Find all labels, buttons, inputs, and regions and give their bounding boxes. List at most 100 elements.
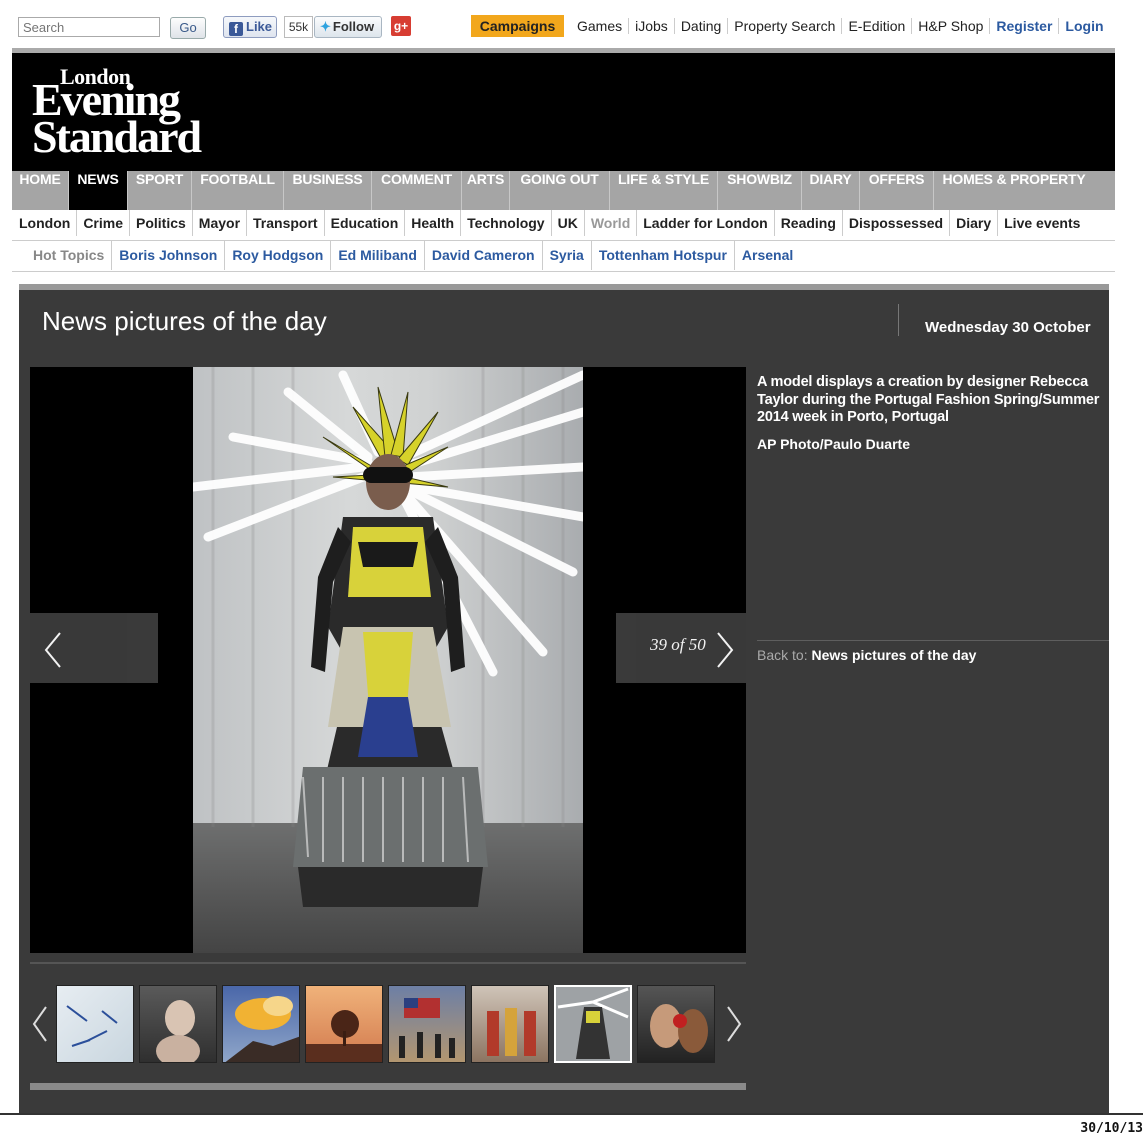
photo-illustration xyxy=(193,367,583,907)
nav-sport[interactable]: SPORT xyxy=(128,171,192,210)
gallery-panel: News pictures of the day Wednesday 30 Oc… xyxy=(19,284,1109,1114)
subnav-dispossessed[interactable]: Dispossessed xyxy=(841,210,949,236)
like-count: 55k xyxy=(284,16,313,38)
thumbnail-dancers-image xyxy=(487,1008,536,1056)
thumbnail-mask[interactable] xyxy=(139,985,217,1063)
main-nav: HOME NEWS SPORT FOOTBALL BUSINESS COMMEN… xyxy=(12,171,1115,210)
gallery-title: News pictures of the day xyxy=(42,306,327,336)
sub-nav: London Crime Politics Mayor Transport Educati… xyxy=(12,210,1115,241)
masthead: London Evening Standard xyxy=(12,53,1115,171)
caption-divider xyxy=(757,640,1109,641)
subnav-health[interactable]: Health xyxy=(404,210,460,236)
thumbnail-divider xyxy=(30,962,746,964)
top-link-e-edition[interactable]: E-Edition xyxy=(841,18,912,34)
photo-counter: 39 of 50 xyxy=(650,635,706,654)
follow-label: Follow xyxy=(332,19,375,34)
nav-news[interactable]: NEWS xyxy=(69,171,128,210)
subnav-live-events[interactable]: Live events xyxy=(997,210,1086,236)
thumbnail-sunset-tree[interactable] xyxy=(305,985,383,1063)
hot-topic-link[interactable]: Syria xyxy=(541,240,591,270)
thumbnail-flag-image xyxy=(399,998,455,1058)
chevron-left-icon xyxy=(44,632,61,668)
thumbs-next-icon[interactable] xyxy=(722,1004,746,1044)
hot-topic-link[interactable]: Tottenham Hotspur xyxy=(590,240,734,270)
nav-life-style[interactable]: LIFE & STYLE xyxy=(610,171,718,210)
thumbnail-skiers[interactable] xyxy=(56,985,134,1063)
photo-credit: AP Photo/Paulo Duarte xyxy=(757,436,910,452)
hot-topics-bar: Hot Topics Boris Johnson Roy Hodgson Ed Mil… xyxy=(12,240,1115,272)
hot-topics-label: Hot Topics xyxy=(33,247,105,263)
thumbnail-scrollbar[interactable] xyxy=(30,1083,746,1090)
previous-photo-button[interactable] xyxy=(30,613,158,683)
thumbnail-mask-image xyxy=(156,1000,200,1062)
hot-topic-link[interactable]: Ed Miliband xyxy=(330,240,424,270)
hot-topic-link[interactable]: Boris Johnson xyxy=(111,240,224,270)
gallery-photo[interactable] xyxy=(193,367,583,953)
utility-bar: Go fLike 55k ✦Follow g+ Campaigns Gamesi… xyxy=(0,0,1143,50)
subnav-politics[interactable]: Politics xyxy=(129,210,192,236)
hot-topic-link[interactable]: Roy Hodgson xyxy=(224,240,330,270)
top-links: Games iJobs Dating Property Search E-Edition… xyxy=(571,18,1110,34)
bottom-edge xyxy=(0,1113,1143,1115)
photo-stage: 39 of 50 xyxy=(30,367,746,953)
thumbnail-sunset-tree-image xyxy=(306,1010,382,1062)
nav-offers[interactable]: OFFERS xyxy=(860,171,934,210)
date-divider xyxy=(898,304,899,336)
subnav-crime[interactable]: Crime xyxy=(76,210,129,236)
facebook-icon: f xyxy=(229,22,243,36)
hot-topic-link[interactable]: Arsenal xyxy=(733,240,800,270)
nav-going-out[interactable]: GOING OUT xyxy=(510,171,610,210)
nav-homes-property[interactable]: HOMES & PROPERTY xyxy=(934,171,1094,210)
thumbnail-volcano[interactable] xyxy=(222,985,300,1063)
nav-comment[interactable]: COMMENT xyxy=(372,171,462,210)
thumbnail-current-fashion-image xyxy=(557,987,629,1059)
thumbnail-dancers[interactable] xyxy=(471,985,549,1063)
nav-home[interactable]: HOME xyxy=(12,171,69,210)
subnav-ladder-for-london[interactable]: Ladder for London xyxy=(636,210,773,236)
subnav-education[interactable]: Education xyxy=(323,210,405,236)
facebook-like-button[interactable]: f Like xyxy=(223,16,277,38)
back-to-gallery: Back to: News pictures of the day xyxy=(757,647,976,663)
register-link[interactable]: Register xyxy=(989,18,1059,34)
like-label: Like xyxy=(246,19,273,34)
subnav-world[interactable]: World xyxy=(583,210,636,236)
thumbnail-skiers-image xyxy=(66,1005,118,1047)
top-link-property-search[interactable]: Property Search xyxy=(727,18,842,34)
thumbnail-boxing-image xyxy=(650,1004,708,1053)
search-input[interactable] xyxy=(18,17,160,37)
subnav-mayor[interactable]: Mayor xyxy=(191,210,246,236)
twitter-bird-icon: ✦ xyxy=(320,19,331,34)
google-plus-button[interactable]: g+ xyxy=(391,16,411,36)
chevron-right-icon xyxy=(717,632,734,668)
thumbnail-current-fashion[interactable] xyxy=(554,985,632,1063)
twitter-follow-button[interactable]: ✦ Follow xyxy=(314,16,382,38)
thumbnail-flag[interactable] xyxy=(388,985,466,1063)
nav-business[interactable]: BUSINESS xyxy=(284,171,372,210)
nav-football[interactable]: FOOTBALL xyxy=(192,171,284,210)
top-link-dating[interactable]: Dating xyxy=(673,18,728,34)
nav-diary[interactable]: DIARY xyxy=(802,171,860,210)
subnav-technology[interactable]: Technology xyxy=(460,210,551,236)
campaigns-button[interactable]: Campaigns xyxy=(471,15,564,37)
back-to-gallery-link[interactable]: News pictures of the day xyxy=(811,647,976,663)
thumbnail-boxing[interactable] xyxy=(637,985,715,1063)
hot-topic-link[interactable]: David Cameron xyxy=(423,240,542,270)
nav-showbiz[interactable]: SHOWBIZ xyxy=(718,171,802,210)
thumbs-prev-icon[interactable] xyxy=(30,1004,54,1044)
subnav-transport[interactable]: Transport xyxy=(246,210,324,236)
top-link-games[interactable]: Games xyxy=(571,18,628,34)
next-photo-button[interactable]: 39 of 50 xyxy=(616,613,746,683)
capture-date-stamp: 30/10/13 xyxy=(1080,1121,1143,1136)
nav-arts[interactable]: ARTS xyxy=(462,171,510,210)
subnav-london[interactable]: London xyxy=(12,210,76,236)
subnav-diary[interactable]: Diary xyxy=(949,210,997,236)
top-link-ijobs[interactable]: iJobs xyxy=(628,18,674,34)
subnav-uk[interactable]: UK xyxy=(550,210,584,236)
thumbnail-volcano-image xyxy=(225,996,299,1062)
top-link-hp-shop[interactable]: H&P Shop xyxy=(911,18,990,34)
subnav-reading[interactable]: Reading xyxy=(773,210,842,236)
gallery-date: Wednesday 30 October xyxy=(925,319,1091,336)
login-link[interactable]: Login xyxy=(1058,18,1110,34)
go-button[interactable]: Go xyxy=(170,17,206,39)
logo-line-standard: Standard xyxy=(32,111,202,162)
